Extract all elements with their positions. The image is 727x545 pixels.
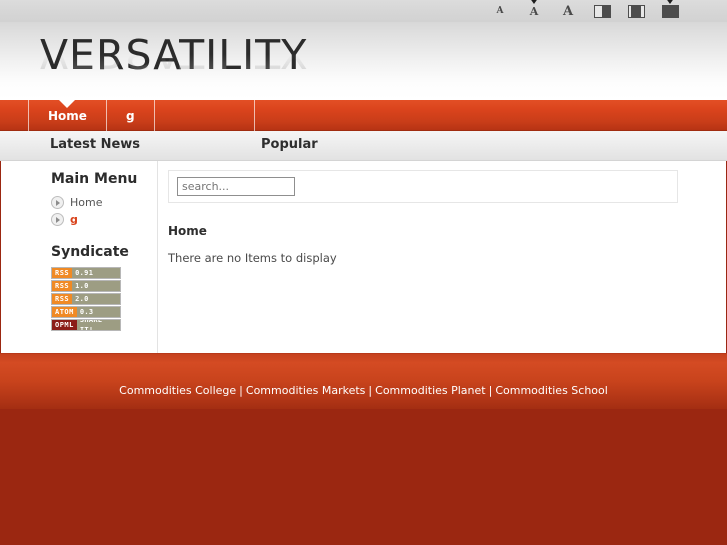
site-logo[interactable]: VERSATILITY VERSATILITY <box>40 34 307 100</box>
nav-item-label: Home <box>48 108 87 123</box>
sidebar-item-home[interactable]: Home <box>51 194 157 211</box>
search-panel <box>168 170 678 203</box>
decrease-font-size-button[interactable]: A <box>489 0 511 22</box>
selected-marker-icon <box>529 0 539 4</box>
latest-news-heading: Latest News <box>50 137 141 152</box>
contrast-high-icon <box>661 4 679 18</box>
accessibility-tool-group: A A A <box>489 0 681 22</box>
syndicate-title: Syndicate <box>51 244 129 260</box>
feed-badge-tag: RSS <box>52 281 73 291</box>
main-menu-list: Home g <box>51 194 157 228</box>
site-logo-reflection: VERSATILITY <box>40 52 307 74</box>
feed-badge-opml[interactable]: OPML SHARE IT! <box>51 319 121 331</box>
contrast-low-icon <box>593 4 611 18</box>
contrast-low-button[interactable] <box>591 0 613 22</box>
default-font-size-button[interactable]: A <box>523 0 545 22</box>
footer-separator: | <box>239 384 243 397</box>
selected-marker-icon <box>665 0 675 4</box>
footer-link-commodities-planet[interactable]: Commodities Planet <box>375 384 485 397</box>
footer-link-list: Commodities College | Commodities Markets |… <box>0 354 727 397</box>
feed-badge-value: 0.91 <box>72 268 120 278</box>
feed-badge-tag: ATOM <box>52 307 77 317</box>
footer-separator: | <box>488 384 493 397</box>
arrow-bullet-icon <box>51 196 64 209</box>
increase-font-size-button[interactable]: A <box>557 0 579 22</box>
main-navigation: Home g <box>28 100 255 131</box>
feed-badge-atom-03[interactable]: ATOM 0.3 <box>51 306 121 318</box>
letter-a-medium-icon: A <box>529 4 539 18</box>
popular-heading: Popular <box>261 137 318 152</box>
main-column: Home There are no Items to display <box>158 161 698 353</box>
footer-separator: | <box>368 384 373 397</box>
site-footer: Commodities College | Commodities Markets |… <box>0 353 727 409</box>
feed-badge-rss-20[interactable]: RSS 2.0 <box>51 293 121 305</box>
sidebar-item-label: Home <box>70 196 103 209</box>
nav-empty-slot <box>155 100 255 131</box>
nav-item-g[interactable]: g <box>107 100 155 131</box>
contrast-medium-button[interactable] <box>625 0 647 22</box>
main-navigation-bar: Home g <box>0 100 727 131</box>
accessibility-toolbar: A A A <box>0 0 727 22</box>
letter-a-large-icon: A <box>562 3 574 19</box>
site-header: VERSATILITY VERSATILITY <box>0 22 727 100</box>
syndicate-badge-list: RSS 0.91 RSS 1.0 RSS 2.0 ATOM 0.3 OPML S… <box>51 267 157 331</box>
feed-badge-rss-091[interactable]: RSS 0.91 <box>51 267 121 279</box>
sidebar: Main Menu Home g Syndicate RSS 0.91 RSS … <box>29 161 158 353</box>
sidebar-item-g[interactable]: g <box>51 211 157 228</box>
nav-item-label: g <box>125 108 135 123</box>
content-inner: Main Menu Home g Syndicate RSS 0.91 RSS … <box>29 161 698 353</box>
sidebar-item-label: g <box>70 213 78 226</box>
content-container: Main Menu Home g Syndicate RSS 0.91 RSS … <box>1 161 726 353</box>
feed-badge-value: 2.0 <box>72 294 120 304</box>
contrast-medium-icon <box>627 4 645 18</box>
main-menu-title: Main Menu <box>51 171 138 187</box>
footer-link-commodities-college[interactable]: Commodities College <box>119 384 236 397</box>
feed-badge-value: 0.3 <box>76 307 120 317</box>
feed-badge-tag: RSS <box>52 294 73 304</box>
contrast-high-button[interactable] <box>659 0 681 22</box>
feed-badge-tag: RSS <box>52 268 73 278</box>
page-root: A A A VERSATILITY VERSAT <box>0 0 727 545</box>
arrow-bullet-icon <box>51 213 64 226</box>
footer-link-commodities-school[interactable]: Commodities School <box>495 384 608 397</box>
empty-state-message: There are no Items to display <box>168 251 337 265</box>
subheader-bar: Latest News Popular <box>0 131 727 161</box>
feed-badge-value: SHARE IT! <box>76 320 120 330</box>
feed-badge-tag: OPML <box>52 320 77 330</box>
letter-a-small-icon: A <box>496 5 504 16</box>
footer-link-commodities-markets[interactable]: Commodities Markets <box>246 384 366 397</box>
syndicate-module: Syndicate RSS 0.91 RSS 1.0 RSS 2.0 ATOM … <box>51 244 157 331</box>
main-menu-module: Main Menu Home g <box>51 171 157 228</box>
feed-badge-rss-10[interactable]: RSS 1.0 <box>51 280 121 292</box>
page-title: Home <box>168 224 207 238</box>
search-input[interactable] <box>177 177 295 196</box>
feed-badge-value: 1.0 <box>72 281 120 291</box>
nav-item-home[interactable]: Home <box>28 100 107 131</box>
page-background-fill <box>0 409 727 545</box>
